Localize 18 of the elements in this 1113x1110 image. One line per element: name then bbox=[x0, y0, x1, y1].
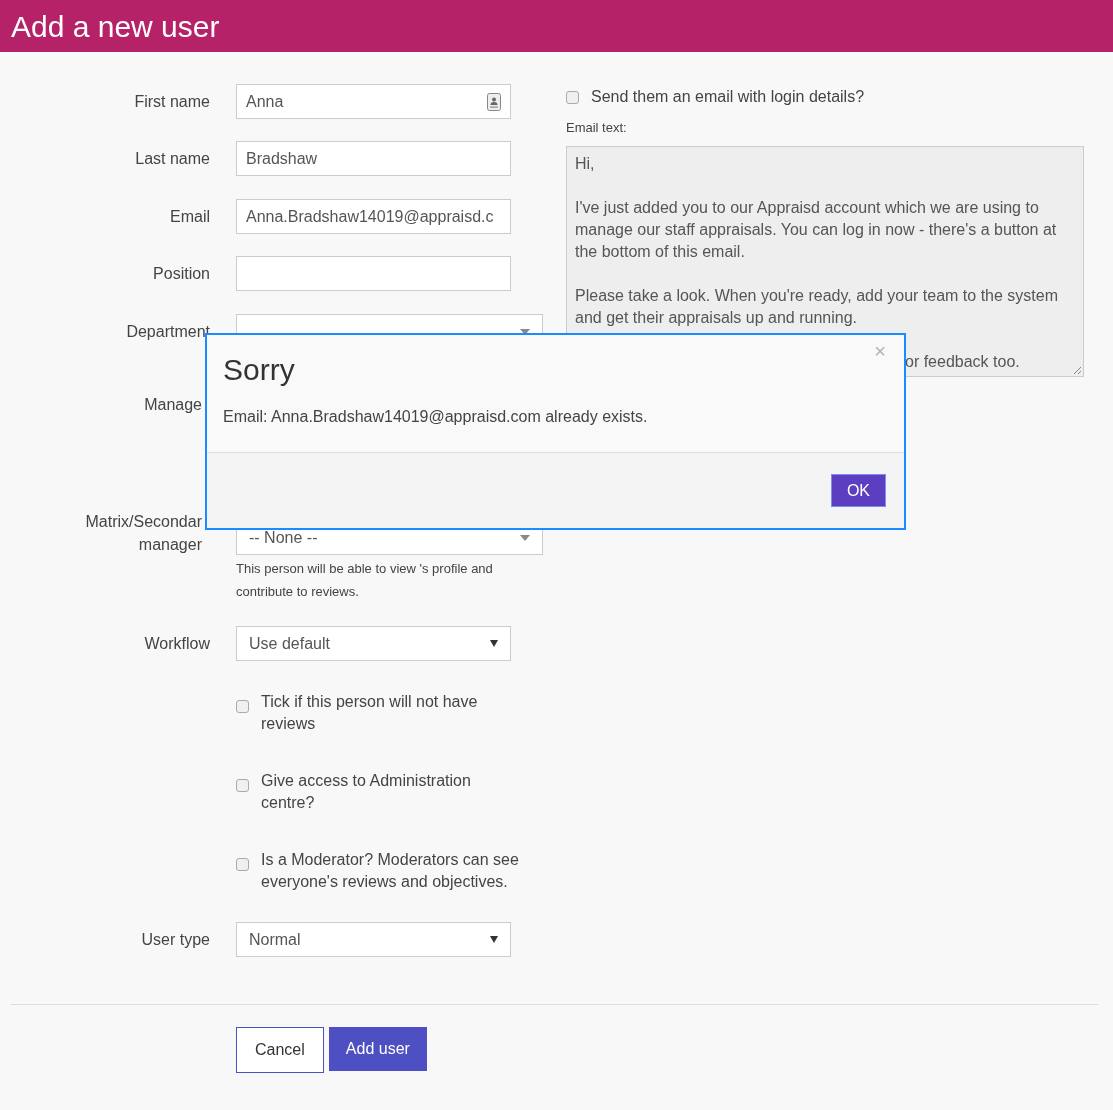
dialog-message: Email: Anna.Bradshaw14019@appraisd.com already exists. bbox=[223, 407, 649, 427]
checkbox-label: Is a Moderator? Moderators can see everyone's reviews and objectives. bbox=[261, 850, 520, 892]
page-title: Add a new user bbox=[11, 8, 220, 45]
field-label: Email text: bbox=[566, 119, 628, 137]
help-text: This person will be able to view 's profile and contribute to reviews. bbox=[236, 560, 494, 601]
field-label: Workflow bbox=[143, 634, 210, 654]
field-label: User type bbox=[140, 930, 210, 950]
field-label: Email bbox=[169, 207, 210, 227]
dialog-title: Sorry bbox=[223, 352, 295, 388]
field-label: Matrix/Secondar manager bbox=[84, 512, 203, 555]
field-label: First name bbox=[133, 92, 210, 112]
checkbox-label: Tick if this person will not have reviews bbox=[261, 692, 479, 734]
field-label: Department bbox=[125, 322, 210, 342]
field-label: Manage bbox=[143, 395, 203, 415]
field-label: Last name bbox=[134, 149, 210, 169]
checkbox-label: Send them an email with login details? bbox=[591, 87, 865, 107]
checkbox-label: Give access to Administration centre? bbox=[261, 771, 472, 813]
field-label: Position bbox=[152, 264, 210, 284]
